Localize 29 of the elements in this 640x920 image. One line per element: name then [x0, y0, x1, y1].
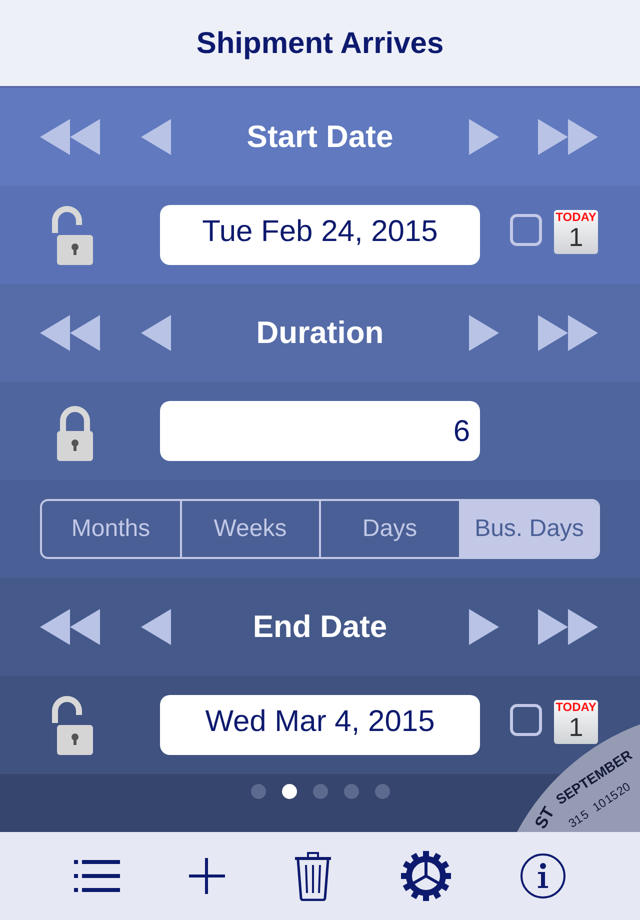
unit-segment[interactable]: Months	[42, 501, 180, 557]
today-calendar-icon[interactable]: TODAY 1	[554, 700, 598, 744]
duration-field[interactable]: 6	[160, 401, 480, 461]
unit-segment[interactable]: Bus. Days	[458, 501, 598, 557]
today-day: 1	[568, 224, 584, 250]
screen-title: Shipment Arrives	[196, 26, 444, 62]
list-icon[interactable]	[74, 858, 120, 894]
section-label: Duration	[255, 314, 385, 352]
info-icon[interactable]	[520, 853, 566, 899]
checkbox[interactable]	[510, 704, 542, 736]
today-day: 1	[568, 714, 584, 740]
gear-icon[interactable]	[400, 851, 451, 901]
section-label: End Date	[252, 608, 388, 646]
fast-rewind-icon[interactable]	[40, 313, 102, 353]
date-field[interactable]: Tue Feb 24, 2015	[160, 205, 480, 265]
today-label: TODAY	[556, 210, 596, 224]
date-field[interactable]: Wed Mar 4, 2015	[160, 695, 480, 755]
fast-rewind-icon[interactable]	[40, 607, 102, 647]
trash-icon[interactable]	[294, 851, 332, 901]
today-label: TODAY	[556, 700, 596, 714]
checkbox[interactable]	[510, 214, 542, 246]
unit-segment[interactable]: Weeks	[180, 501, 319, 557]
fast-forward-icon[interactable]	[538, 607, 600, 647]
today-calendar-icon[interactable]: TODAY 1	[554, 210, 598, 254]
fast-rewind-icon[interactable]	[40, 117, 102, 157]
add-icon[interactable]	[189, 858, 226, 894]
fast-forward-icon[interactable]	[538, 117, 600, 157]
section-label: Start Date	[246, 118, 394, 156]
fast-forward-icon[interactable]	[538, 313, 600, 353]
